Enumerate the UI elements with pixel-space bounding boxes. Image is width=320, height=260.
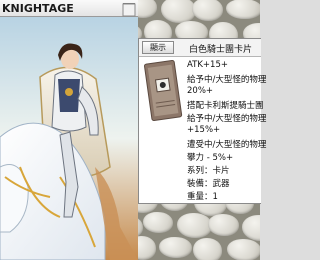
description-line: 裝備：武器 [187, 179, 230, 189]
floor-stone [226, 0, 260, 19]
floor-stone [208, 214, 239, 236]
card-art-window: KNIGHTAGE × [0, 0, 138, 260]
description-line: 攀力 - 5%+ [187, 153, 234, 163]
scrollbar-frame[interactable] [121, 0, 137, 260]
tooltip-header: 顯示 白色騎士團卡片 [139, 39, 261, 57]
floor-stone [192, 0, 223, 21]
description-line: ATK+15+ [187, 60, 228, 70]
floor-stone [242, 215, 260, 241]
floor-stone [143, 212, 173, 233]
description-line: 搭配卡利斯提騎士團 [187, 101, 264, 111]
card-window-title: KNIGHTAGE [2, 2, 74, 15]
description-line: 給予中/大型怪的物理 [187, 75, 267, 85]
floor-stone [177, 213, 212, 238]
item-name: 白色騎士團卡片 [189, 45, 253, 55]
description-line: 遭受中/大型怪的物理 [187, 140, 267, 150]
item-tooltip: 顯示 白色騎士團卡片 ATK+15+ 給予中/大型怪的物理 20%+ 搭配卡利斯提騎士… [138, 38, 266, 204]
floor-stone [161, 0, 196, 23]
description-line: 重量：1 [187, 192, 218, 202]
description-line: 給予中/大型怪的物理 [187, 114, 267, 124]
floor-stone [193, 238, 222, 260]
floor-stone [159, 237, 192, 258]
card-window-title-bar[interactable]: KNIGHTAGE × [0, 0, 138, 17]
card-icon [142, 58, 184, 123]
description-line: 系列：卡片 [187, 166, 230, 176]
knight-card-illustration [0, 17, 138, 260]
description-line: +15%+ [187, 125, 221, 135]
show-button[interactable]: 顯示 [142, 41, 174, 54]
description-line: 20%+ [187, 86, 214, 96]
floor-stone [227, 239, 260, 260]
